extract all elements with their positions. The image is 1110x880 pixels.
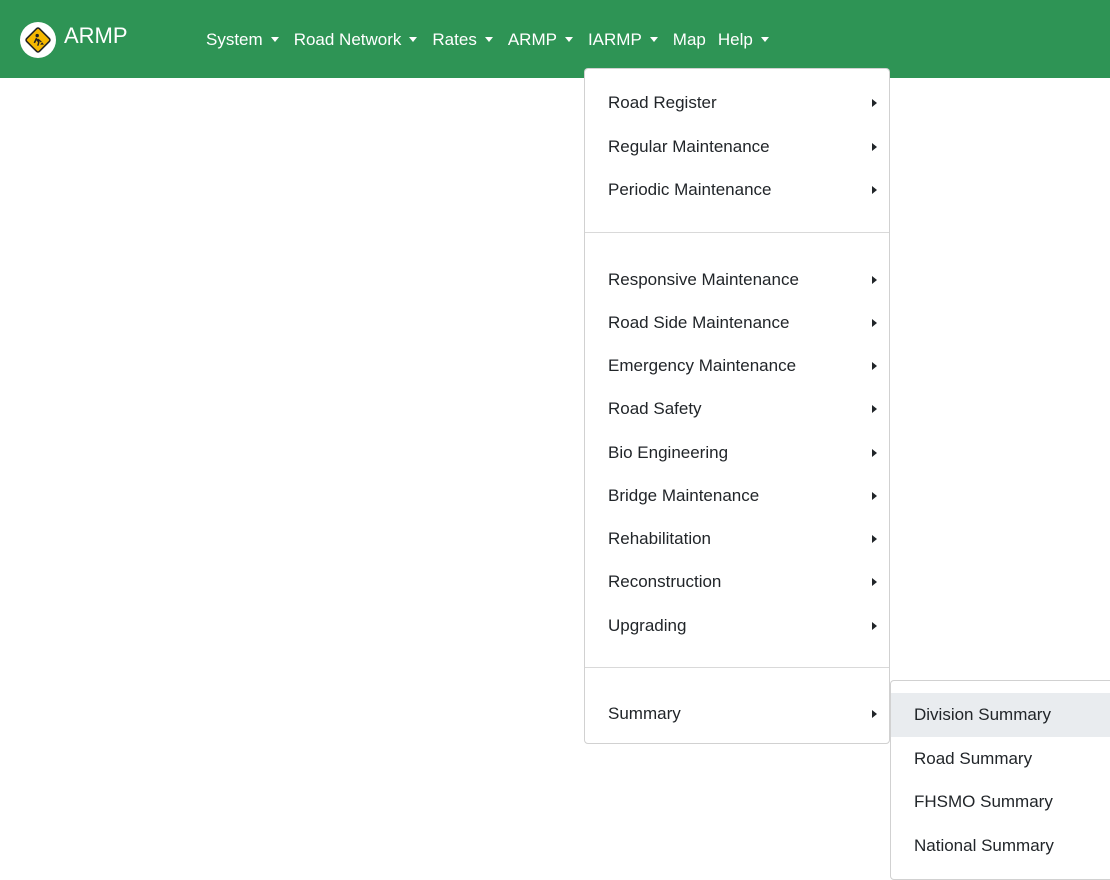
menu-item-emergency-maintenance[interactable]: Emergency Maintenance: [585, 344, 889, 388]
menu-item-label: Emergency Maintenance: [608, 356, 797, 375]
menu-item-label: Responsive Maintenance: [608, 270, 799, 289]
menu-item-label: Upgrading: [608, 616, 687, 635]
nav-system[interactable]: System: [206, 28, 294, 52]
caret-right-icon: [872, 362, 877, 370]
nav-rates[interactable]: Rates: [432, 28, 507, 52]
caret-right-icon: [872, 319, 877, 327]
menu-item-label: Regular Maintenance: [608, 137, 770, 156]
nav-help-label: Help: [717, 30, 753, 49]
menu-item-bridge-maintenance[interactable]: Bridge Maintenance: [585, 474, 889, 518]
road-worker-sign-icon: [20, 22, 56, 58]
app-title: ARMP: [64, 23, 128, 48]
nav-map[interactable]: Map: [673, 28, 718, 52]
menu-divider: [585, 667, 889, 668]
nav-help[interactable]: Help: [718, 28, 784, 52]
menu-item-periodic-maintenance[interactable]: Periodic Maintenance: [585, 168, 889, 212]
caret-right-icon: [872, 535, 877, 543]
main-nav: System Road Network Rates ARMP IARMP Map…: [206, 28, 784, 52]
armp-dropdown-menu: Road Register Regular Maintenance Period…: [584, 68, 890, 744]
menu-item-label: Road Safety: [608, 399, 702, 418]
submenu-item-label: Division Summary: [914, 705, 1051, 724]
nav-map-label: Map: [672, 30, 706, 49]
caret-down-icon: [760, 36, 769, 42]
submenu-item-road-summary[interactable]: Road Summary: [891, 737, 1110, 781]
menu-item-label: Road Register: [608, 93, 717, 112]
menu-item-label: Reconstruction: [608, 572, 722, 591]
caret-right-icon: [872, 492, 877, 500]
nav-system-label: System: [206, 30, 263, 49]
submenu-item-national-summary[interactable]: National Summary: [891, 824, 1110, 868]
brand[interactable]: ARMP: [20, 22, 128, 58]
submenu-item-label: Road Summary: [914, 749, 1033, 768]
submenu-item-division-summary[interactable]: Division Summary: [891, 693, 1110, 737]
submenu-item-label: National Summary: [914, 836, 1054, 855]
menu-item-label: Rehabilitation: [608, 529, 712, 548]
caret-down-icon: [564, 36, 573, 42]
menu-item-upgrading[interactable]: Upgrading: [585, 604, 889, 648]
menu-item-road-side-maintenance[interactable]: Road Side Maintenance: [585, 301, 889, 345]
caret-right-icon: [872, 405, 877, 413]
menu-divider: [585, 232, 889, 233]
menu-item-label: Bio Engineering: [608, 443, 729, 462]
caret-down-icon: [649, 36, 658, 42]
nav-rates-label: Rates: [432, 30, 477, 49]
caret-right-icon: [872, 449, 877, 457]
caret-down-icon: [270, 36, 279, 42]
nav-iarmp-label: IARMP: [587, 30, 642, 49]
menu-item-road-register[interactable]: Road Register: [585, 81, 889, 125]
top-navbar: ARMP System Road Network Rates ARMP IARM…: [0, 0, 1110, 78]
caret-right-icon: [872, 99, 877, 107]
nav-armp[interactable]: ARMP: [508, 28, 588, 52]
caret-down-icon: [409, 36, 418, 42]
menu-item-regular-maintenance[interactable]: Regular Maintenance: [585, 125, 889, 169]
menu-item-label: Summary: [608, 704, 681, 723]
menu-item-label: Bridge Maintenance: [608, 486, 760, 505]
menu-item-summary[interactable]: Summary: [585, 692, 889, 736]
menu-item-road-safety[interactable]: Road Safety: [585, 387, 889, 431]
nav-armp-label: ARMP: [507, 30, 557, 49]
menu-item-bio-engineering[interactable]: Bio Engineering: [585, 431, 889, 475]
caret-down-icon: [484, 36, 493, 42]
nav-road-network-label: Road Network: [293, 30, 402, 49]
summary-submenu: Division Summary Road Summary FHSMO Summ…: [890, 680, 1110, 880]
caret-right-icon: [872, 186, 877, 194]
nav-iarmp[interactable]: IARMP: [588, 28, 673, 52]
caret-right-icon: [872, 710, 877, 718]
menu-item-label: Periodic Maintenance: [608, 180, 772, 199]
caret-right-icon: [872, 578, 877, 586]
submenu-item-label: FHSMO Summary: [914, 792, 1053, 811]
caret-right-icon: [872, 143, 877, 151]
menu-item-label: Road Side Maintenance: [608, 313, 790, 332]
caret-right-icon: [872, 622, 877, 630]
menu-item-responsive-maintenance[interactable]: Responsive Maintenance: [585, 258, 889, 302]
menu-item-reconstruction[interactable]: Reconstruction: [585, 560, 889, 604]
submenu-item-fhsmo-summary[interactable]: FHSMO Summary: [891, 780, 1110, 824]
nav-road-network[interactable]: Road Network: [294, 28, 433, 52]
caret-right-icon: [872, 276, 877, 284]
menu-item-rehabilitation[interactable]: Rehabilitation: [585, 517, 889, 561]
